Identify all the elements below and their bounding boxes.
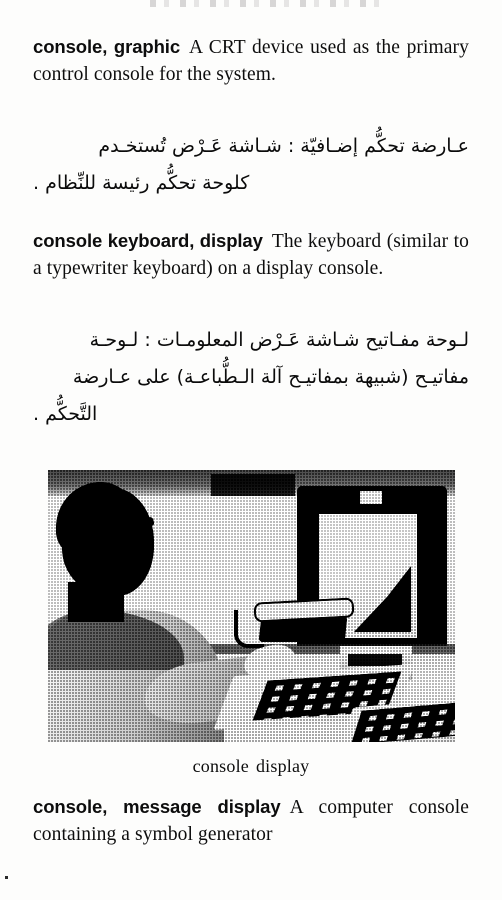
photo-frame (48, 470, 455, 742)
scan-clipped-line-artifact (150, 0, 380, 7)
caption-word: display (255, 756, 310, 776)
arabic-line: التَّحكُّم . (33, 403, 98, 425)
entry-console-graphic-arabic: عـارضة تحكُّم إضـافيّة : شـاشة عَـرْض تُ… (33, 128, 469, 202)
entry-console-graphic-english: console, graphic A CRT device used as the… (33, 34, 469, 88)
photo-console-unit-slot (348, 654, 402, 666)
scan-ink-dot-artifact (5, 876, 8, 879)
headword-console-message-display: console, message display (33, 796, 281, 817)
arabic-line: عـارضة تحكُّم إضـافيّة : شـاشة عَـرْض تُ… (98, 135, 469, 157)
figure-caption: console display (0, 756, 502, 777)
headword-console-keyboard-display: console keyboard, display (33, 230, 263, 251)
entry-console-message-display-english: console, message display A computer conso… (33, 794, 469, 848)
headword-console-graphic: console, graphic (33, 36, 181, 57)
console-display-photograph (48, 470, 455, 742)
caption-word: console (192, 756, 249, 776)
photo-monitor-label-tag (359, 490, 383, 505)
arabic-line: لـوحة مفـاتيح شـاشة عَـرْض المعلومـات : … (89, 329, 469, 351)
dictionary-page: console, graphic A CRT device used as the… (0, 0, 502, 900)
arabic-line: كلوحة تحكُّم رئيسة للنِّظام . (33, 172, 250, 194)
entry-console-keyboard-display-english: console keyboard, display The keyboard (s… (33, 228, 469, 282)
entry-console-keyboard-display-arabic: لـوحة مفـاتيح شـاشة عَـرْض المعلومـات : … (33, 322, 469, 433)
arabic-line: مفاتيـح (شبيهة بمفاتيـح آلة الـطُّباعـة)… (72, 366, 469, 388)
photo-control-panel (211, 474, 295, 496)
